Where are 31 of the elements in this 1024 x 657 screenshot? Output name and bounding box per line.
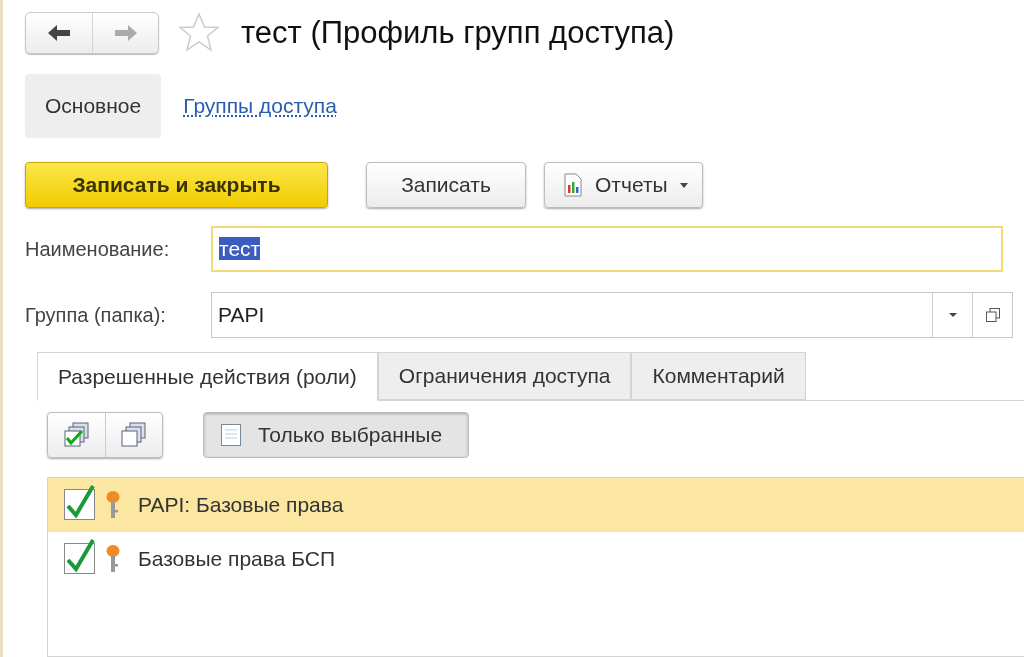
key-icon (106, 544, 120, 574)
caret-icon (947, 312, 958, 318)
section-link[interactable]: Группы доступа (183, 74, 337, 138)
checkbox[interactable] (64, 482, 96, 520)
save-button[interactable]: Записать (366, 162, 526, 208)
field-label: Наименование: (25, 237, 171, 261)
back-arrow-icon (46, 23, 72, 43)
report-icon (563, 173, 583, 197)
windows-icon (984, 307, 1001, 323)
checkbox[interactable] (64, 536, 96, 574)
role-name: PAPI: Базовые права (138, 493, 344, 517)
name-field[interactable]: тест (211, 226, 1003, 272)
save-and-close-button[interactable]: Записать и закрыть (25, 162, 328, 208)
field-label: Группа (папка): (25, 303, 167, 327)
only-selected-button[interactable]: Только выбранные (203, 412, 470, 458)
window-title: тест (Профиль групп доступа) (241, 15, 675, 51)
reports-button[interactable]: Отчеты (544, 162, 703, 208)
section-tab[interactable]: Основное (25, 74, 162, 138)
tab[interactable]: Ограничения доступа (377, 352, 632, 400)
caret-icon (679, 182, 688, 188)
checked-stack-icon (62, 422, 91, 448)
role-row[interactable]: Базовые права БСП (48, 532, 1024, 586)
key-icon (106, 490, 120, 520)
role-row[interactable]: PAPI: Базовые права (48, 478, 1024, 532)
tab[interactable]: Комментарий (631, 352, 806, 400)
forward-arrow-icon (112, 23, 139, 43)
role-name: Базовые права БСП (138, 547, 336, 571)
tab[interactable]: Разрешенные действия (роли) (37, 352, 378, 401)
stack-icon (120, 422, 148, 448)
group-field[interactable]: PAPI (211, 292, 1013, 338)
list-icon (220, 423, 242, 447)
